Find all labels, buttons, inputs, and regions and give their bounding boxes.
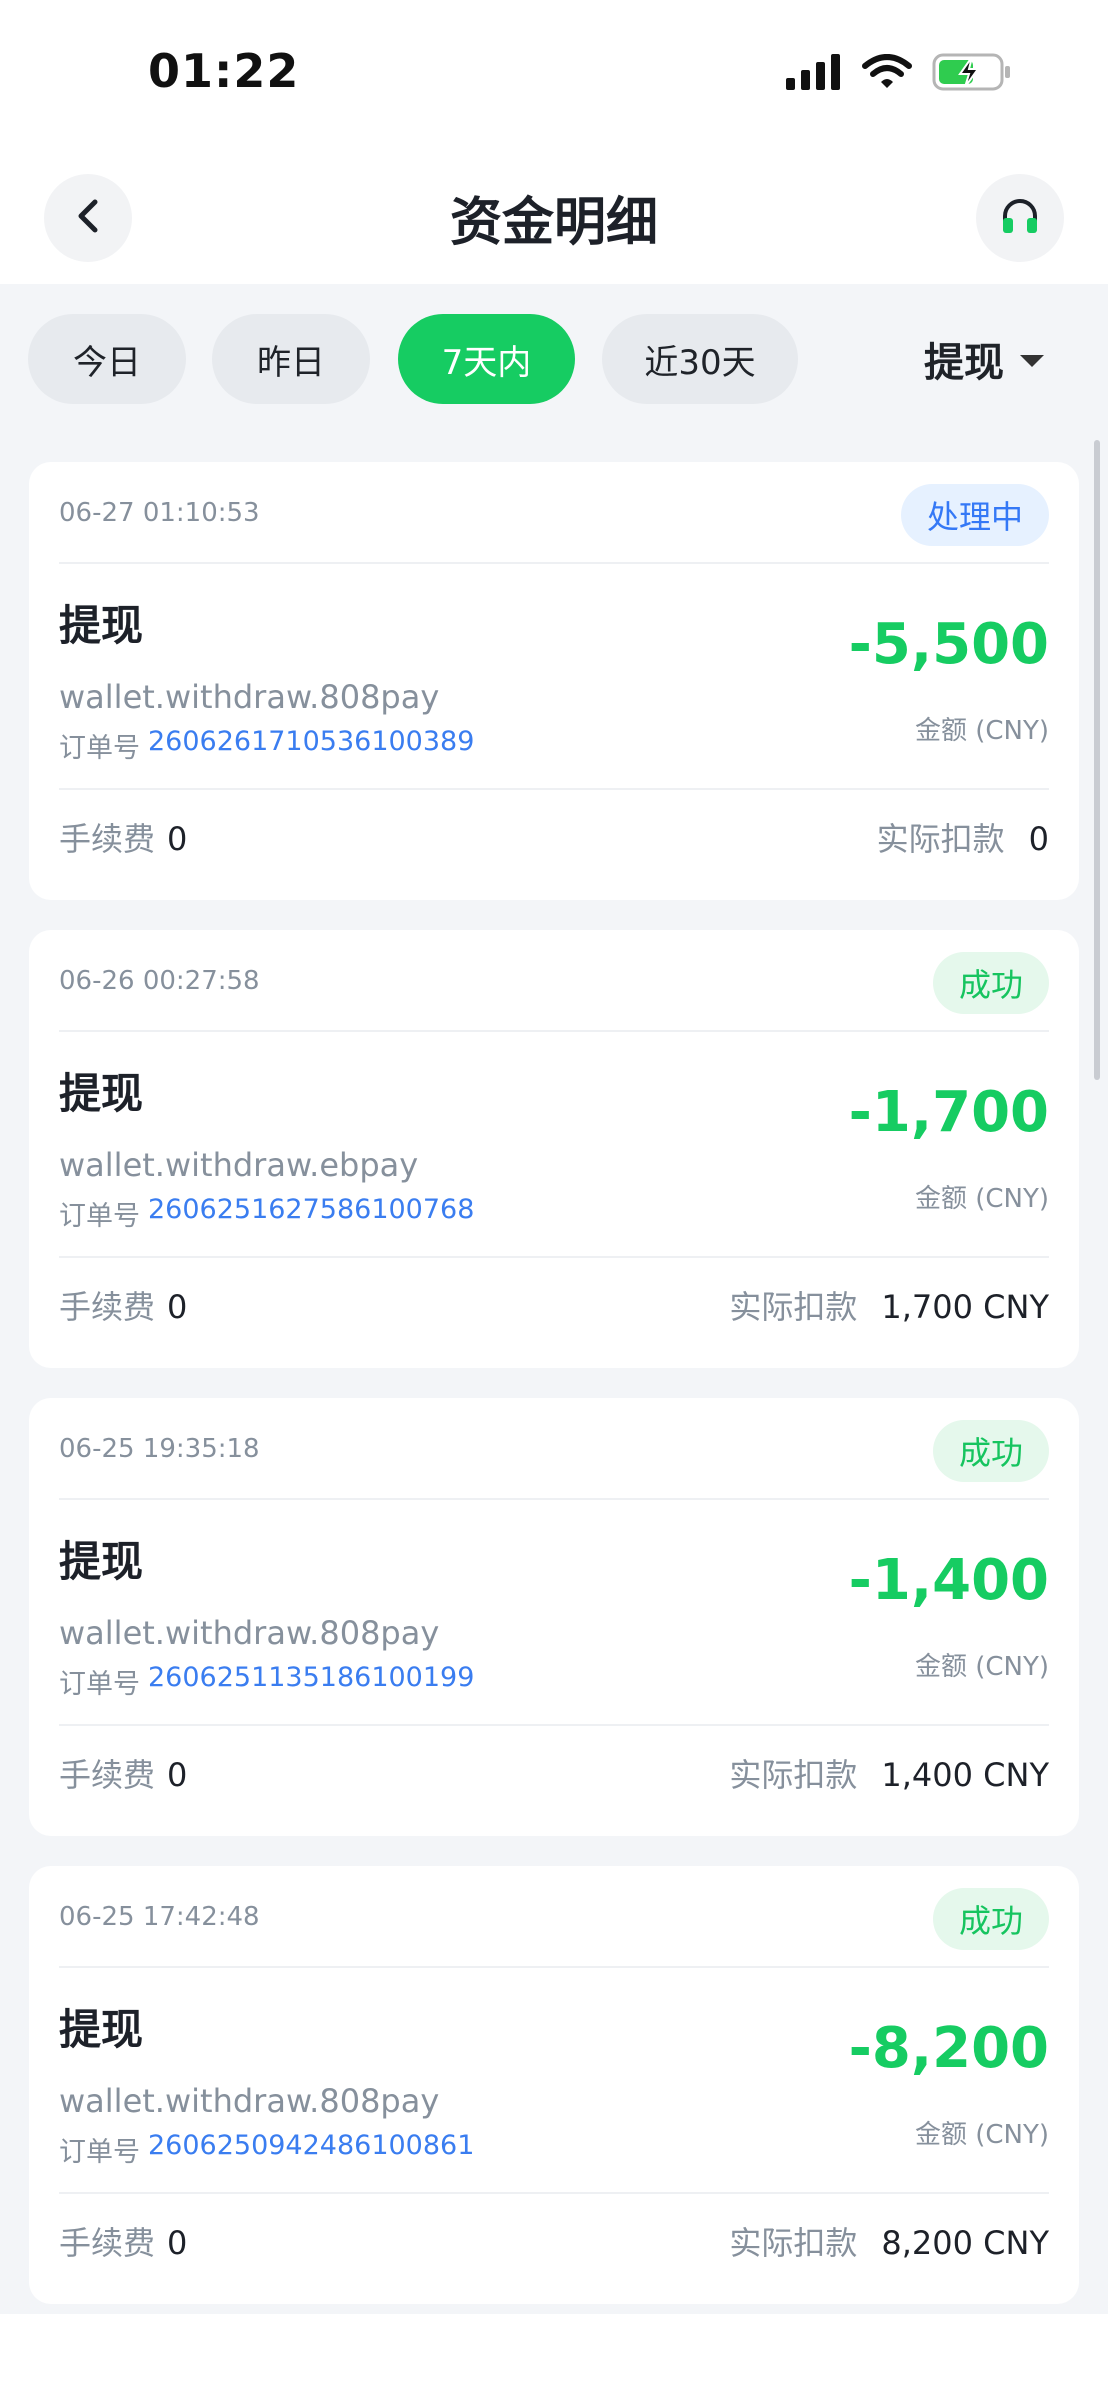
order-label: 订单号 xyxy=(59,733,140,764)
tab-yesterday[interactable]: 昨日 xyxy=(212,314,370,404)
status-badge: 成功 xyxy=(932,952,1049,1014)
tab-today[interactable]: 今日 xyxy=(28,314,186,404)
fee-row: 手续费 0 实际扣款 8,200 CNY xyxy=(59,2218,1049,2264)
record-type: 提现 xyxy=(59,1537,144,1586)
fee-row: 手续费 0 实际扣款 0 xyxy=(59,814,1049,860)
record-card[interactable]: 06-26 00:27:58 成功 提现 wallet.withdraw.ebp… xyxy=(29,930,1079,1368)
fee-value: 0 xyxy=(167,1756,188,1794)
record-type: 提现 xyxy=(59,2005,144,2054)
order-number[interactable]: 2606261710536100389 xyxy=(148,726,474,765)
tab-7-days[interactable]: 7天内 xyxy=(398,314,575,404)
content-area: 今日 昨日 7天内 近30天 提现 06-27 01:10:53 处理中 提现 … xyxy=(0,284,1108,2314)
order-row: 订单号 2606250942486100861 xyxy=(59,2130,474,2169)
scrollbar[interactable] xyxy=(1094,440,1100,1080)
customer-service-button[interactable] xyxy=(976,174,1064,262)
divider xyxy=(59,1724,1049,1726)
record-card[interactable]: 06-25 19:35:18 成功 提现 wallet.withdraw.808… xyxy=(29,1398,1079,1836)
record-channel: wallet.withdraw.ebpay xyxy=(59,1146,419,1184)
order-number[interactable]: 2606251135186100199 xyxy=(148,1662,474,1701)
fee-label: 手续费 xyxy=(59,820,156,858)
deduct-label: 实际扣款 xyxy=(876,820,1005,858)
record-amount: -1,700 xyxy=(848,1080,1049,1145)
header: 资金明细 xyxy=(0,140,1108,284)
fee-label: 手续费 xyxy=(59,1288,156,1326)
status-badge: 处理中 xyxy=(900,484,1049,546)
record-amount: -1,400 xyxy=(848,1548,1049,1613)
amount-caption: 金额 (CNY) xyxy=(914,1184,1049,1214)
divider xyxy=(59,2192,1049,2194)
divider xyxy=(59,788,1049,790)
record-time: 06-25 19:35:18 xyxy=(59,1434,260,1464)
fee-row: 手续费 0 实际扣款 1,400 CNY xyxy=(59,1750,1049,1796)
record-type: 提现 xyxy=(59,1069,144,1118)
record-time: 06-26 00:27:58 xyxy=(59,966,260,996)
order-row: 订单号 2606261710536100389 xyxy=(59,726,474,765)
divider xyxy=(59,1498,1049,1500)
fee-value: 0 xyxy=(167,820,188,858)
deduct-label: 实际扣款 xyxy=(729,1756,858,1794)
deduct-value: 8,200 CNY xyxy=(881,2224,1049,2262)
fee-label: 手续费 xyxy=(59,2224,156,2262)
deduct-label: 实际扣款 xyxy=(729,1288,858,1326)
record-amount: -5,500 xyxy=(848,612,1049,677)
wifi-icon xyxy=(862,54,912,94)
deduct-label: 实际扣款 xyxy=(729,2224,858,2262)
record-time: 06-25 17:42:48 xyxy=(59,1902,260,1932)
fee-value: 0 xyxy=(167,1288,188,1326)
status-time: 01:22 xyxy=(148,44,300,98)
type-dropdown-label: 提现 xyxy=(924,340,1004,386)
amount-caption: 金额 (CNY) xyxy=(914,2120,1049,2150)
order-number[interactable]: 2606250942486100861 xyxy=(148,2130,474,2169)
divider xyxy=(59,1966,1049,1968)
order-number[interactable]: 2606251627586100768 xyxy=(148,1194,474,1233)
fee-row: 手续费 0 实际扣款 1,700 CNY xyxy=(59,1282,1049,1328)
order-row: 订单号 2606251627586100768 xyxy=(59,1194,474,1233)
status-bar: 01:22 xyxy=(0,0,1108,140)
order-label: 订单号 xyxy=(59,1201,140,1232)
page-title: 资金明细 xyxy=(449,193,658,253)
headset-icon xyxy=(1000,196,1040,240)
order-row: 订单号 2606251135186100199 xyxy=(59,1662,474,1701)
record-amount: -8,200 xyxy=(848,2016,1049,2081)
amount-caption: 金额 (CNY) xyxy=(914,716,1049,746)
record-channel: wallet.withdraw.808pay xyxy=(59,678,440,716)
amount-caption: 金额 (CNY) xyxy=(914,1652,1049,1682)
order-label: 订单号 xyxy=(59,1669,140,1700)
divider xyxy=(59,562,1049,564)
divider xyxy=(59,1256,1049,1258)
battery-charging-icon xyxy=(932,52,1012,96)
status-badge: 成功 xyxy=(932,1420,1049,1482)
fee-value: 0 xyxy=(167,2224,188,2262)
order-label: 订单号 xyxy=(59,2137,140,2168)
fee-label: 手续费 xyxy=(59,1756,156,1794)
filter-bar: 今日 昨日 7天内 近30天 提现 xyxy=(28,314,1080,404)
record-time: 06-27 01:10:53 xyxy=(59,498,260,528)
divider xyxy=(59,1030,1049,1032)
record-channel: wallet.withdraw.808pay xyxy=(59,1614,440,1652)
signal-icon xyxy=(786,54,842,94)
status-icons xyxy=(786,52,1012,96)
record-card[interactable]: 06-25 17:42:48 成功 提现 wallet.withdraw.808… xyxy=(29,1866,1079,2304)
tab-30-days[interactable]: 近30天 xyxy=(602,314,798,404)
deduct-value: 1,400 CNY xyxy=(881,1756,1049,1794)
caret-down-icon xyxy=(1020,355,1044,367)
deduct-value: 1,700 CNY xyxy=(881,1288,1049,1326)
status-badge: 成功 xyxy=(932,1888,1049,1950)
record-channel: wallet.withdraw.808pay xyxy=(59,2082,440,2120)
deduct-value: 0 xyxy=(1028,820,1049,858)
type-dropdown[interactable]: 提现 xyxy=(924,314,1044,404)
record-card[interactable]: 06-27 01:10:53 处理中 提现 wallet.withdraw.80… xyxy=(29,462,1079,900)
record-type: 提现 xyxy=(59,601,144,650)
